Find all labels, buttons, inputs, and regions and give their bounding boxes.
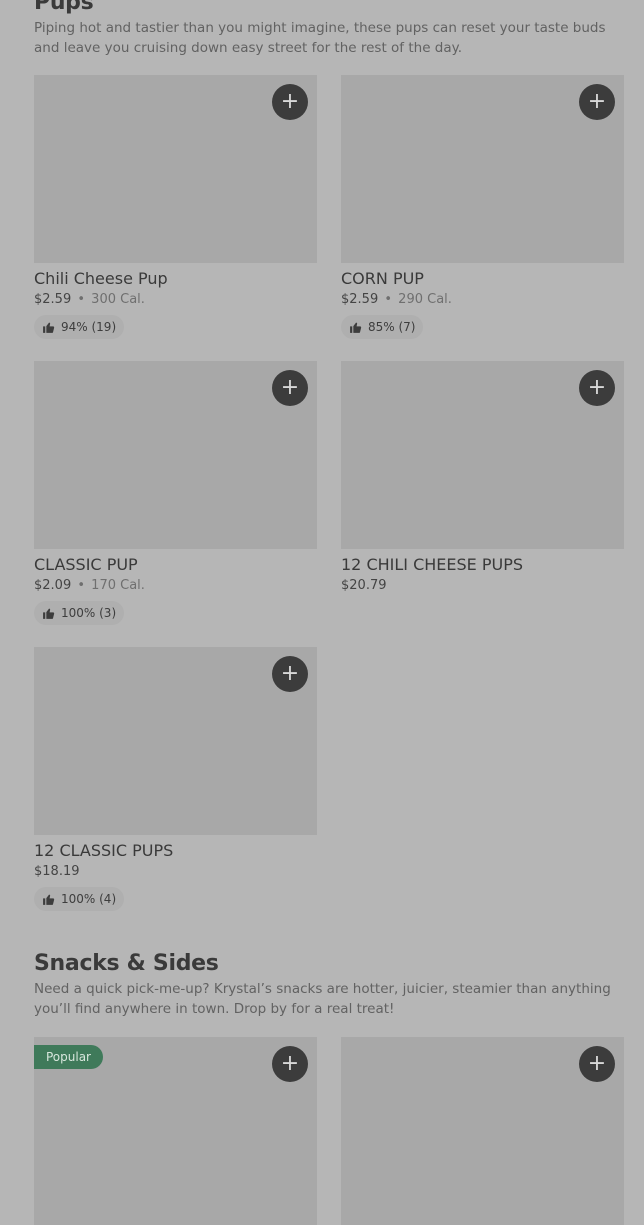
item-price: $2.59 [341,292,379,307]
separator-dot: • [77,578,86,593]
item-meta: $18.19 [34,863,317,881]
section-description: Piping hot and tastier than you might im… [34,20,606,56]
rating-text: 100% (3) [61,606,117,620]
menu-item-card[interactable]: + CLASSIC PUP $2.09 • 170 Cal. 100% (3) [34,361,317,625]
rating-badge: 100% (3) [34,601,125,625]
add-button[interactable]: + [272,370,308,406]
item-price: $18.19 [34,864,80,879]
rating-text: 94% (19) [61,320,117,334]
item-name: 12 CHILI CHEESE PUPS [341,555,524,574]
menu-item-card[interactable]: + 12 CHILI CHEESE PUPS $20.79 [341,361,624,625]
menu-item-card[interactable]: + 12 CLASSIC PUPS $18.19 100% (4) [34,647,317,911]
add-button[interactable]: + [272,84,308,120]
popular-badge: Popular [34,1045,103,1069]
separator-dot: • [384,292,393,307]
add-button[interactable]: + [579,1046,615,1082]
item-calories: 170 Cal. [91,578,145,593]
plus-icon: + [587,89,607,114]
menu-item-card[interactable]: Popular + [34,1037,317,1225]
add-button[interactable]: + [272,656,308,692]
add-button[interactable]: + [579,84,615,120]
snacks-grid: Popular + + [34,1037,624,1225]
item-price: $2.09 [34,578,72,593]
item-image: + [34,361,317,549]
pups-grid: + Chili Cheese Pup $2.59 • 300 Cal. 94% … [34,75,624,339]
item-image: + [341,75,624,263]
item-price: $2.59 [34,292,72,307]
item-name: Chili Cheese Pup [34,269,168,288]
section-pups: Pups Piping hot and tastier than you mig… [34,0,624,58]
pups-grid: + 12 CLASSIC PUPS $18.19 100% (4) [34,647,624,911]
menu-item-card[interactable]: + CORN PUP $2.59 • 290 Cal. 85% (7) [341,75,624,339]
rating-badge: 85% (7) [341,315,424,339]
item-meta: $2.09 • 170 Cal. [34,577,317,595]
thumbs-up-icon [350,322,362,333]
item-calories: 300 Cal. [91,292,145,307]
item-image: + [34,647,317,835]
section-title: Pups [34,0,94,15]
section-description: Need a quick pick-me-up? Krystal’s snack… [34,981,611,1017]
section-title: Snacks & Sides [34,951,219,976]
thumbs-up-icon [43,322,55,333]
item-image: + [341,1037,624,1225]
plus-icon: + [280,1051,300,1076]
item-calories: 290 Cal. [398,292,452,307]
item-price: $20.79 [341,578,387,593]
add-button[interactable]: + [272,1046,308,1082]
item-image: + [34,75,317,263]
item-meta: $20.79 [341,577,624,595]
rating-text: 100% (4) [61,892,117,906]
rating-badge: 100% (4) [34,887,125,911]
item-meta: $2.59 • 300 Cal. [34,291,317,309]
item-meta: $2.59 • 290 Cal. [341,291,624,309]
separator-dot: • [77,292,86,307]
item-name: 12 CLASSIC PUPS [34,841,174,860]
plus-icon: + [587,375,607,400]
rating-badge: 94% (19) [34,315,125,339]
menu-item-card[interactable]: + Chili Cheese Pup $2.59 • 300 Cal. 94% … [34,75,317,339]
plus-icon: + [280,375,300,400]
pups-grid: + CLASSIC PUP $2.09 • 170 Cal. 100% (3) … [34,361,624,625]
menu-item-card[interactable]: + [341,1037,624,1225]
rating-text: 85% (7) [368,320,416,334]
add-button[interactable]: + [579,370,615,406]
plus-icon: + [280,89,300,114]
item-image: + [341,361,624,549]
item-image: Popular + [34,1037,317,1225]
item-name: CORN PUP [341,269,424,288]
section-snacks-sides: Snacks & Sides Need a quick pick-me-up? … [34,949,624,1019]
item-name: CLASSIC PUP [34,555,138,574]
plus-icon: + [587,1051,607,1076]
plus-icon: + [280,661,300,686]
thumbs-up-icon [43,894,55,905]
thumbs-up-icon [43,608,55,619]
